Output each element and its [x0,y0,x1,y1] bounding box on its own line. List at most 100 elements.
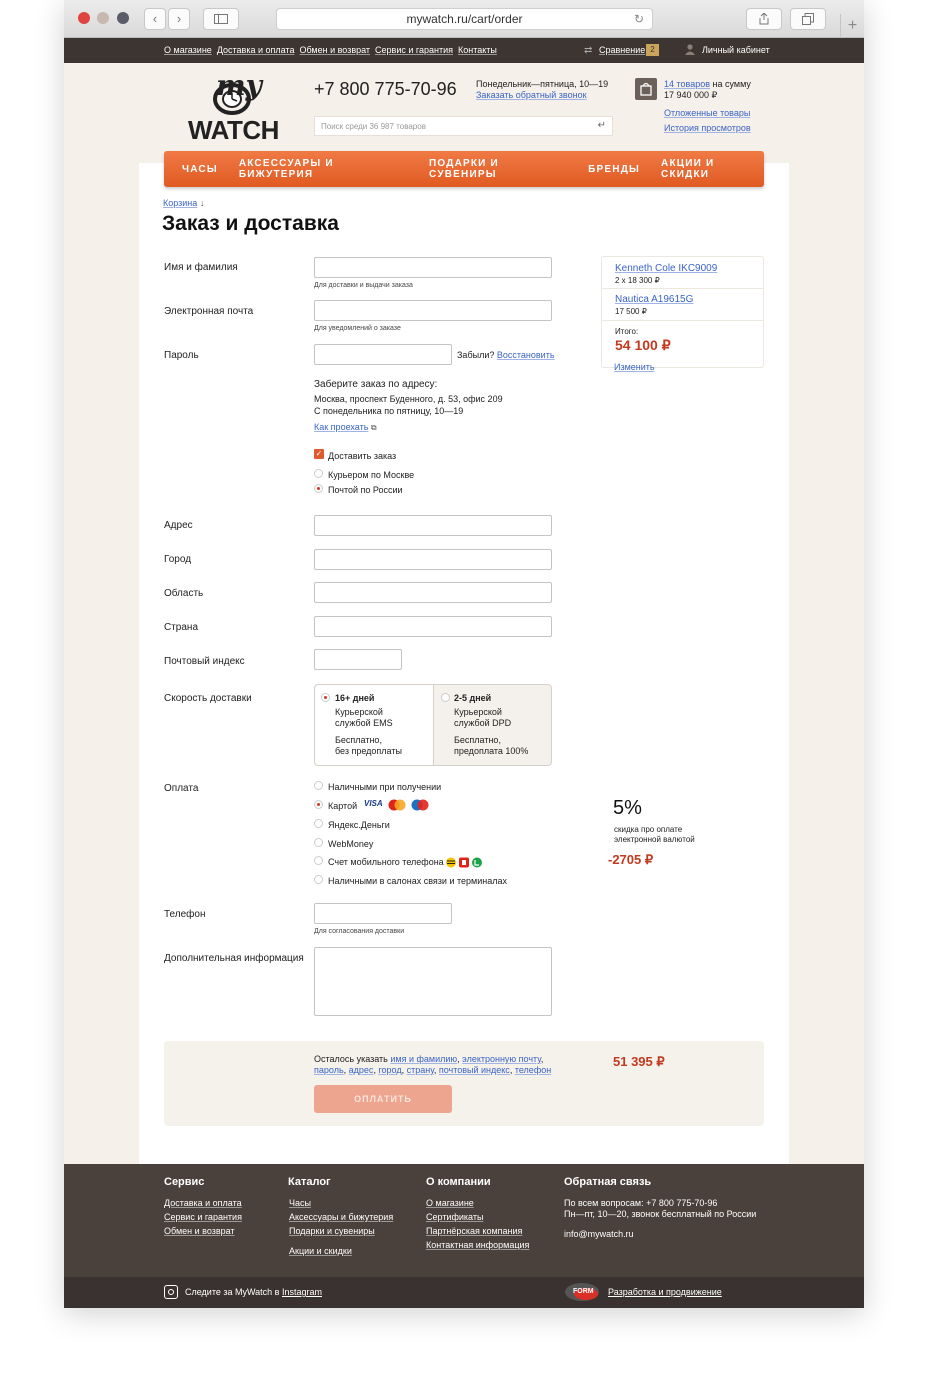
payment-mobile-radio[interactable] [314,856,323,865]
password-input[interactable] [314,344,452,365]
developer-link[interactable]: Разработка и продвижение [608,1287,722,1297]
url-bar[interactable]: mywatch.ru/cart/order ↻ [276,8,653,30]
breadcrumb[interactable]: Корзина [163,198,197,208]
browser-window: ‹ › mywatch.ru/cart/order ↻ + О магазине… [64,0,864,1308]
history-link[interactable]: История просмотров [664,123,751,133]
search-input[interactable]: Поиск среди 36 987 товаров ↵ [314,116,613,136]
close-window-button[interactable] [78,12,90,24]
checkout-total: 51 395 ₽ [613,1054,665,1069]
address-input[interactable] [314,515,552,536]
footer-link[interactable]: Сервис и гарантия [164,1212,242,1222]
region-input[interactable] [314,582,552,603]
callback-link[interactable]: Заказать обратный звонок [476,90,587,100]
name-input[interactable] [314,257,552,278]
site-logo[interactable]: my WATCH [188,69,279,145]
footer-link[interactable]: Контактная информация [426,1240,529,1250]
phone-input[interactable] [314,903,452,924]
footer-link[interactable]: О магазине [426,1198,474,1208]
tabs-icon[interactable] [790,8,826,30]
remaining-password-link[interactable]: пароль [314,1065,344,1075]
menu-item-accessories[interactable]: АКСЕССУАРЫ И БИЖУТЕРИЯ [239,158,408,180]
maximize-window-button[interactable] [117,12,129,24]
payment-yandex-radio[interactable] [314,819,323,828]
remaining-fields: Осталось указать имя и фамилию, электрон… [314,1054,552,1075]
top-nav-about[interactable]: О магазине [164,45,212,55]
speed-option-ems[interactable]: 16+ дней Курьерской службой EMS Бесплатн… [315,685,434,765]
footer-link[interactable]: Часы [289,1198,311,1208]
account-link[interactable]: Личный кабинет [702,45,770,55]
speed-option-dpd[interactable]: 2-5 дней Курьерской службой DPD Бесплатн… [435,685,552,765]
share-icon[interactable] [746,8,782,30]
back-icon[interactable]: ‹ [144,8,166,30]
menu-item-sales[interactable]: АКЦИИ И СКИДКИ [661,158,764,180]
instagram-icon[interactable] [164,1285,178,1299]
phone-label: Телефон [164,909,206,920]
minimize-window-button[interactable] [97,12,109,24]
change-order-link[interactable]: Изменить [614,362,655,372]
directions-link[interactable]: Как проехать [314,422,368,432]
developer-logo[interactable]: FORM [564,1282,600,1302]
url-text: mywatch.ru/cart/order [406,12,523,26]
country-input[interactable] [314,616,552,637]
email-label: Электронная почта [164,306,254,317]
deferred-link[interactable]: Отложенные товары [664,108,750,118]
courier-radio[interactable] [314,469,323,478]
post-radio[interactable] [314,484,323,493]
footer-link[interactable]: Подарки и сувениры [289,1226,375,1236]
footer-link[interactable]: Доставка и оплата [164,1198,242,1208]
deliver-checkbox[interactable]: ✓ [314,449,324,459]
footer-link[interactable]: Сертификаты [426,1212,483,1222]
footer-link[interactable]: Обмен и возврат [164,1226,235,1236]
zip-input[interactable] [314,649,402,670]
cart-bag-icon[interactable] [635,78,657,100]
city-label: Город [164,554,192,565]
forward-icon[interactable]: › [168,8,190,30]
payment-terminal-radio[interactable] [314,875,323,884]
footer-link[interactable]: Аксессуары и бижутерия [289,1212,393,1222]
email-input[interactable] [314,300,552,321]
summary-item-name[interactable]: Nautica A19615G [615,294,693,305]
menu-item-gifts[interactable]: ПОДАРКИ И СУВЕНИРЫ [429,158,567,180]
menu-item-watches[interactable]: ЧАСЫ [182,164,218,175]
footer-company-title: О компании [426,1176,491,1188]
cart-items-link[interactable]: 14 товаров [664,79,710,89]
maestro-icon [410,798,430,811]
search-enter-icon[interactable]: ↵ [598,120,606,131]
extra-info-textarea[interactable] [314,947,552,1016]
remaining-email-link[interactable]: электронную почту [462,1054,541,1064]
payment-webmoney-radio[interactable] [314,838,323,847]
visa-logo: VISA [364,799,383,808]
payment-cash-radio[interactable] [314,781,323,790]
speed-ems-radio[interactable] [321,693,330,702]
reload-icon[interactable]: ↻ [634,9,644,30]
menu-item-brands[interactable]: БРЕНДЫ [588,164,640,175]
compare-link[interactable]: Сравнение [599,45,645,55]
mastercard-icon [387,798,407,811]
top-nav-exchange[interactable]: Обмен и возврат [299,45,370,55]
footer-link[interactable]: Акции и скидки [289,1246,352,1256]
top-nav-service[interactable]: Сервис и гарантия [375,45,453,55]
city-input[interactable] [314,549,552,570]
remaining-name-link[interactable]: имя и фамилию [390,1054,457,1064]
top-nav-contacts[interactable]: Контакты [458,45,497,55]
footer-email[interactable]: info@mywatch.ru [564,1229,634,1239]
restore-password-link[interactable]: Восстановить [497,350,555,360]
speed-dpd-radio[interactable] [441,693,450,702]
search-placeholder: Поиск среди 36 987 товаров [321,122,426,131]
remaining-phone-link[interactable]: телефон [515,1065,551,1075]
pickup-address: Москва, проспект Буденного, д. 53, офис … [314,394,503,404]
new-tab-icon[interactable]: + [840,14,864,38]
remaining-address-link[interactable]: адрес [349,1065,374,1075]
remaining-country-link[interactable]: страну [407,1065,434,1075]
header-phone[interactable]: +7 800 775-70-96 [314,79,457,100]
summary-item-name[interactable]: Kenneth Cole IKC9009 [615,263,717,274]
pay-button[interactable]: ОПЛАТИТЬ [314,1085,452,1113]
remaining-city-link[interactable]: город [378,1065,401,1075]
footer-link[interactable]: Партнёрская компания [426,1226,522,1236]
payment-card-radio[interactable] [314,800,323,809]
sidebar-icon[interactable] [203,8,239,30]
remaining-zip-link[interactable]: почтовый индекс [439,1065,510,1075]
instagram-link[interactable]: Instagram [282,1287,322,1297]
top-nav-delivery[interactable]: Доставка и оплата [217,45,295,55]
pickup-title: Заберите заказ по адресу: [314,379,438,390]
